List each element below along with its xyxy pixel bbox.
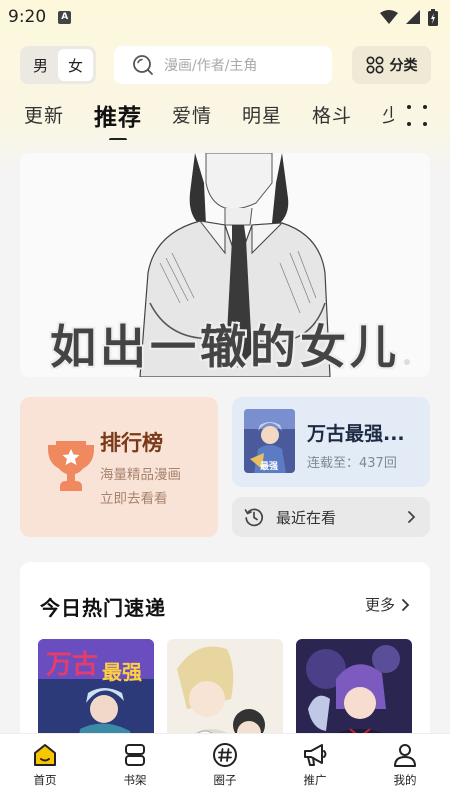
continue-progress: 连载至：437回 — [307, 456, 397, 471]
category-tabs: 更新 推荐 爱情 明星 格斗 少 — [24, 96, 394, 140]
search-icon — [133, 55, 153, 75]
grid-icon — [365, 56, 384, 74]
continue-reading-card[interactable]: 最强 万古最强... 连载至：437回 — [232, 397, 430, 487]
nav-profile-label: 我的 — [393, 773, 417, 787]
tab-fighting[interactable]: 格斗 — [312, 96, 352, 128]
hot-section: 今日热门速递 更多 万古 最强 — [20, 562, 430, 762]
nav-promote-label: 推广 — [303, 773, 327, 787]
search-input[interactable]: 漫画/作者/主角 — [114, 46, 332, 84]
megaphone-icon — [304, 744, 327, 766]
category-label: 分类 — [389, 58, 418, 74]
tab-romance[interactable]: 爱情 — [172, 96, 212, 128]
history-clock-icon — [244, 508, 264, 527]
status-icons — [380, 8, 438, 26]
gender-switch: 男 女 — [20, 46, 96, 84]
home-icon — [34, 744, 56, 766]
trophy-icon — [48, 441, 94, 491]
hot-section-title: 今日热门速递 — [40, 596, 166, 620]
wifi-icon — [380, 10, 398, 24]
tab-celebrity[interactable]: 明星 — [242, 96, 282, 128]
nav-circle[interactable]: 圈子 — [180, 734, 270, 801]
banner-page-indicator — [404, 359, 410, 365]
nav-home[interactable]: 首页 — [0, 734, 90, 801]
hashtag-icon — [213, 743, 237, 767]
banner-title: 如出一辙的女儿 — [50, 320, 400, 374]
profile-icon — [394, 744, 416, 767]
featured-banner[interactable]: 如出一辙的女儿 — [20, 153, 430, 377]
nav-circle-label: 圈子 — [213, 773, 237, 787]
tab-update[interactable]: 更新 — [24, 96, 64, 128]
nav-promote[interactable]: 推广 — [270, 734, 360, 801]
svg-text:万古: 万古 — [46, 650, 98, 680]
recent-reading-button[interactable]: 最近在看 — [232, 497, 430, 537]
bottom-navigation: 首页 书架 圈子 推广 我的 — [0, 733, 450, 801]
battery-icon — [428, 8, 438, 26]
tab-recommend[interactable]: 推荐 — [94, 96, 142, 140]
nav-bookshelf-label: 书架 — [123, 773, 147, 787]
bookshelf-icon — [125, 744, 145, 766]
nav-home-label: 首页 — [33, 773, 57, 787]
chevron-right-icon — [408, 511, 416, 523]
ranking-cta: 立即去看看 — [100, 491, 168, 507]
continue-title: 万古最强... — [307, 423, 405, 445]
nav-bookshelf[interactable]: 书架 — [90, 734, 180, 801]
gender-male-tab[interactable]: 男 — [23, 49, 58, 81]
hot-more-label: 更多 — [364, 596, 395, 614]
more-tabs-icon[interactable] — [402, 102, 430, 130]
ranking-title: 排行榜 — [100, 431, 163, 455]
svg-text:最强: 最强 — [102, 660, 142, 684]
category-button[interactable]: 分类 — [352, 46, 431, 84]
nav-profile[interactable]: 我的 — [360, 734, 450, 801]
status-time: 9:20 — [8, 7, 47, 27]
gender-female-tab[interactable]: 女 — [58, 49, 93, 81]
ranking-subtitle: 海量精品漫画 — [100, 467, 181, 483]
svg-text:最强: 最强 — [260, 460, 278, 472]
hot-more-link[interactable]: 更多 — [365, 594, 410, 615]
search-placeholder: 漫画/作者/主角 — [164, 58, 258, 74]
recent-label: 最近在看 — [276, 508, 337, 527]
continue-cover-image: 最强 — [244, 409, 295, 473]
ranking-card[interactable]: 排行榜 海量精品漫画 立即去看看 — [20, 397, 218, 537]
signal-icon — [406, 10, 420, 24]
tab-youth[interactable]: 少 — [382, 96, 394, 128]
chevron-right-icon — [402, 598, 410, 611]
status-bar: 9:20 A — [0, 0, 450, 34]
notification-a-icon: A — [58, 10, 72, 24]
